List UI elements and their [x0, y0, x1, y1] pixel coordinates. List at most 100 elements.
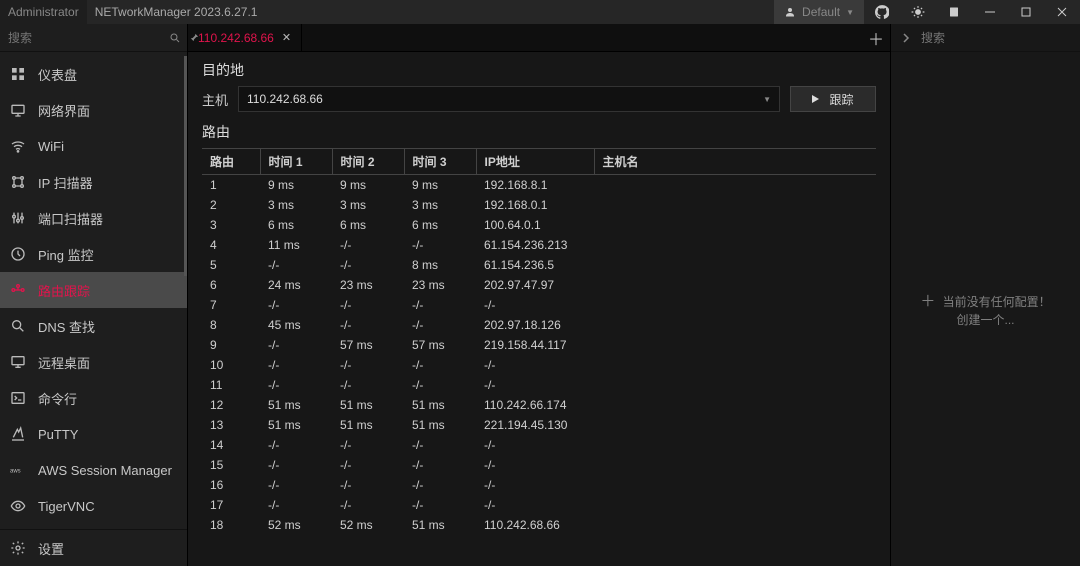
table-cell: 6 ms — [260, 215, 332, 235]
sidebar-item-settings[interactable]: 设置 — [0, 530, 187, 566]
table-cell: 13 — [202, 415, 260, 435]
sidebar-item-dns[interactable]: DNS 查找 — [0, 308, 187, 344]
gear-icon — [10, 540, 28, 556]
wifi-icon — [10, 138, 28, 154]
docs-icon[interactable] — [936, 0, 972, 24]
table-row[interactable]: 7-/--/--/--/- — [202, 295, 876, 315]
pin-icon[interactable] — [185, 32, 204, 43]
profiles-search-input[interactable] — [919, 30, 1078, 46]
table-cell — [594, 235, 876, 255]
tab-active[interactable]: 110.242.68.66 ✕ — [188, 24, 302, 51]
scrollbar-thumb[interactable] — [184, 56, 187, 276]
search-icon[interactable] — [165, 32, 185, 44]
host-input[interactable]: 110.242.68.66 ▼ — [238, 86, 780, 112]
table-cell: 51 ms — [332, 395, 404, 415]
col-header[interactable]: IP地址 — [476, 149, 594, 175]
table-row[interactable]: 624 ms23 ms23 ms202.97.47.97 — [202, 275, 876, 295]
table-row[interactable]: 19 ms9 ms9 ms192.168.8.1 — [202, 175, 876, 196]
table-row[interactable]: 15-/--/--/--/- — [202, 455, 876, 475]
profile-selector[interactable]: Default ▼ — [774, 0, 864, 24]
sidebar-search-input[interactable] — [6, 30, 165, 46]
sidebar-item-aws[interactable]: awsAWS Session Manager — [0, 452, 187, 488]
sidebar-item-netif[interactable]: 网络界面 — [0, 92, 187, 128]
col-header[interactable]: 时间 3 — [404, 149, 476, 175]
table-cell: -/- — [332, 315, 404, 335]
minimize-button[interactable] — [972, 0, 1008, 24]
table-row[interactable]: 1251 ms51 ms51 ms110.242.66.174 — [202, 395, 876, 415]
run-label: 跟踪 — [829, 91, 853, 108]
table-cell: 45 ms — [260, 315, 332, 335]
table-row[interactable]: 14-/--/--/--/- — [202, 435, 876, 455]
table-row[interactable]: 17-/--/--/--/- — [202, 495, 876, 515]
chevron-down-icon[interactable]: ▼ — [763, 95, 771, 104]
sidebar-item-portscan[interactable]: 端口扫描器 — [0, 200, 187, 236]
col-header[interactable]: 主机名 — [594, 149, 876, 175]
add-tab-button[interactable]: ＋ — [862, 24, 890, 51]
col-header[interactable]: 路由 — [202, 149, 260, 175]
bug-icon[interactable] — [900, 0, 936, 24]
col-header[interactable]: 时间 2 — [332, 149, 404, 175]
sidebar-item-wifi[interactable]: WiFi — [0, 128, 187, 164]
table-cell: 100.64.0.1 — [476, 215, 594, 235]
table-cell: 192.168.8.1 — [476, 175, 594, 196]
netif-icon — [10, 102, 28, 118]
admin-badge: Administrator — [0, 0, 87, 24]
table-cell: 7 — [202, 295, 260, 315]
table-cell: 4 — [202, 235, 260, 255]
table-row[interactable]: 5-/--/-8 ms61.154.236.5 — [202, 255, 876, 275]
table-row[interactable]: 1852 ms52 ms51 ms110.242.68.66 — [202, 515, 876, 535]
github-icon[interactable] — [864, 0, 900, 24]
table-cell: -/- — [260, 455, 332, 475]
tab-close-icon[interactable]: ✕ — [282, 31, 291, 44]
table-cell: 202.97.47.97 — [476, 275, 594, 295]
table-row[interactable]: 9-/-57 ms57 ms219.158.44.117 — [202, 335, 876, 355]
table-row[interactable]: 10-/--/--/--/- — [202, 355, 876, 375]
table-cell: 12 — [202, 395, 260, 415]
table-cell: -/- — [476, 455, 594, 475]
sidebar-item-ping[interactable]: Ping 监控 — [0, 236, 187, 272]
sidebar-item-label: PuTTY — [38, 427, 78, 442]
empty-line1: 当前没有任何配置！ — [943, 295, 1051, 309]
table-row[interactable]: 16-/--/--/--/- — [202, 475, 876, 495]
sidebar-item-ipscan[interactable]: IP 扫描器 — [0, 164, 187, 200]
table-cell: -/- — [332, 375, 404, 395]
table-cell: -/- — [476, 435, 594, 455]
portscan-icon — [10, 210, 28, 226]
table-cell: 9 ms — [260, 175, 332, 196]
sidebar-item-label: 命令行 — [38, 389, 77, 408]
close-button[interactable] — [1044, 0, 1080, 24]
table-cell: 3 ms — [332, 195, 404, 215]
destination-title: 目的地 — [202, 60, 876, 80]
sidebar-item-putty[interactable]: PuTTY — [0, 416, 187, 452]
table-row[interactable]: 23 ms3 ms3 ms192.168.0.1 — [202, 195, 876, 215]
table-cell — [594, 355, 876, 375]
table-row[interactable]: 1351 ms51 ms51 ms221.194.45.130 — [202, 415, 876, 435]
run-trace-button[interactable]: 跟踪 — [790, 86, 876, 112]
table-cell: 51 ms — [332, 415, 404, 435]
profiles-empty-state[interactable]: ＋ 当前没有任何配置！ 创建一个... — [891, 52, 1080, 566]
table-row[interactable]: 411 ms-/--/-61.154.236.213 — [202, 235, 876, 255]
sidebar-item-label: 远程桌面 — [38, 353, 90, 372]
sidebar-item-label: DNS 查找 — [38, 317, 95, 336]
chevron-down-icon: ▼ — [846, 8, 854, 17]
sidebar-item-cmd[interactable]: 命令行 — [0, 380, 187, 416]
col-header[interactable]: 时间 1 — [260, 149, 332, 175]
maximize-button[interactable] — [1008, 0, 1044, 24]
table-cell — [594, 335, 876, 355]
table-row[interactable]: 11-/--/--/--/- — [202, 375, 876, 395]
table-cell: -/- — [332, 475, 404, 495]
table-cell: -/- — [260, 375, 332, 395]
sidebar-item-webcon[interactable]: Web 控制台 — [0, 524, 187, 529]
sidebar-item-label: IP 扫描器 — [38, 173, 93, 192]
chevron-right-icon[interactable] — [897, 33, 915, 43]
table-cell: 57 ms — [332, 335, 404, 355]
dns-icon — [10, 318, 28, 334]
sidebar-item-rdp[interactable]: 远程桌面 — [0, 344, 187, 380]
sidebar-item-dashboard[interactable]: 仪表盘 — [0, 56, 187, 92]
sidebar-item-vnc[interactable]: TigerVNC — [0, 488, 187, 524]
table-cell: -/- — [260, 435, 332, 455]
sidebar-item-trace[interactable]: 路由跟踪 — [0, 272, 187, 308]
table-row[interactable]: 845 ms-/--/-202.97.18.126 — [202, 315, 876, 335]
table-row[interactable]: 36 ms6 ms6 ms100.64.0.1 — [202, 215, 876, 235]
app-title: NETworkManager 2023.6.27.1 — [87, 0, 266, 24]
